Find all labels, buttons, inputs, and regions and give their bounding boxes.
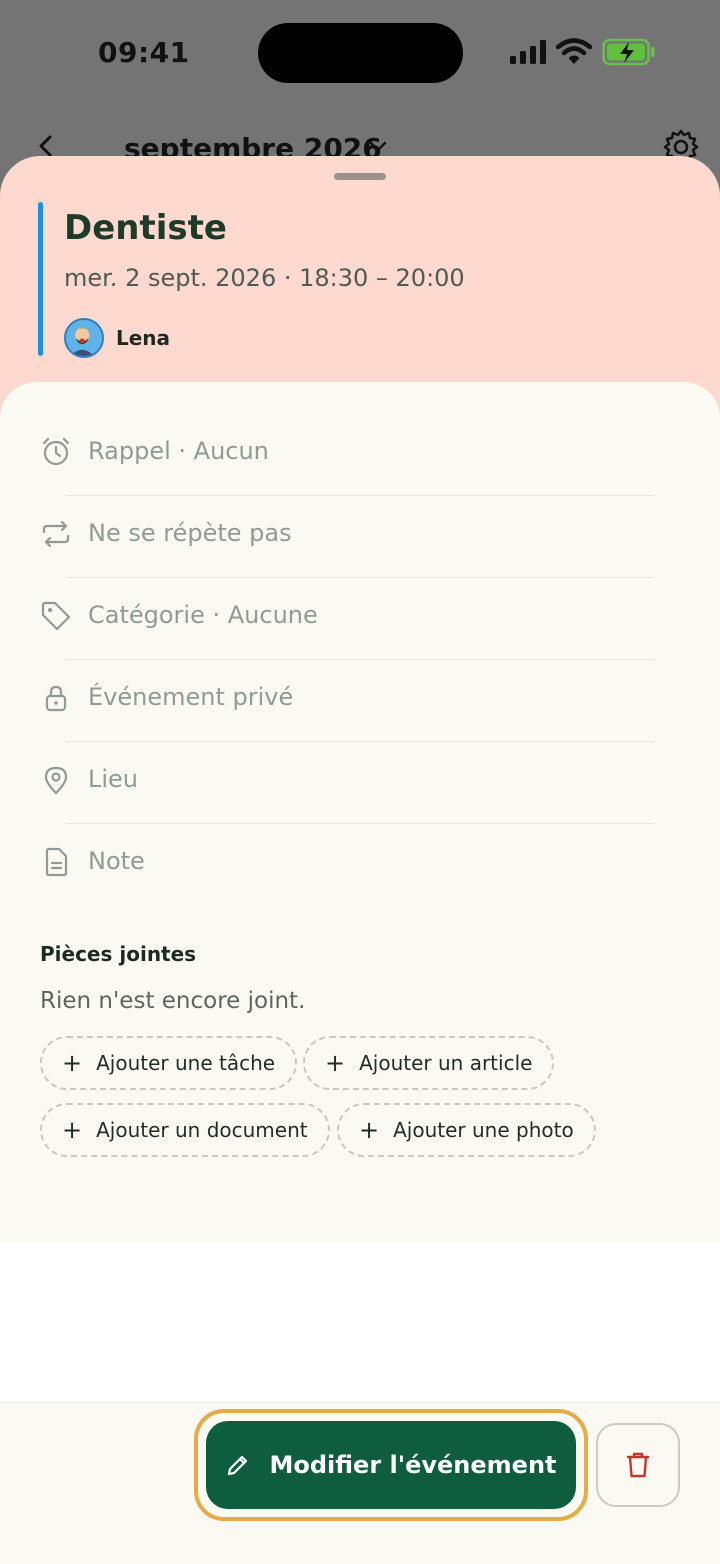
add-article-button[interactable]: + Ajouter un article bbox=[303, 1036, 555, 1090]
status-time: 09:41 bbox=[98, 36, 190, 69]
trash-icon bbox=[626, 1452, 650, 1478]
delete-event-button[interactable] bbox=[596, 1423, 680, 1507]
sheet-grabber[interactable] bbox=[334, 173, 386, 180]
event-details-panel: Rappel · Aucun Ne se répète pas Catégori… bbox=[0, 382, 720, 1242]
event-datetime: mer. 2 sept. 2026 · 18:30 – 20:00 bbox=[64, 264, 465, 292]
event-title: Dentiste bbox=[64, 208, 227, 248]
event-color-bar bbox=[38, 202, 43, 356]
location-pin-icon bbox=[44, 766, 68, 795]
detail-row-private[interactable]: Événement privé bbox=[40, 660, 654, 742]
plus-icon: + bbox=[325, 1049, 346, 1077]
tag-icon bbox=[41, 601, 71, 631]
detail-row-note[interactable]: Note bbox=[40, 824, 654, 906]
repeat-icon bbox=[42, 520, 70, 548]
edit-event-button[interactable]: Modifier l'événement bbox=[206, 1421, 576, 1509]
note-icon bbox=[45, 847, 68, 877]
detail-row-category[interactable]: Catégorie · Aucune bbox=[40, 578, 654, 660]
plus-icon: + bbox=[62, 1116, 83, 1144]
detail-label: Note bbox=[88, 847, 145, 875]
attachments-empty-text: Rien n'est encore joint. bbox=[40, 988, 306, 1014]
detail-label: Événement privé bbox=[88, 683, 294, 711]
blank-area bbox=[0, 1242, 720, 1402]
chip-label: Ajouter une photo bbox=[393, 1118, 574, 1142]
add-task-button[interactable]: + Ajouter une tâche bbox=[40, 1036, 298, 1090]
detail-label: Catégorie · Aucune bbox=[88, 601, 318, 629]
detail-label: Rappel · Aucun bbox=[88, 437, 269, 465]
cellular-signal-icon bbox=[510, 40, 546, 64]
detail-row-repeat[interactable]: Ne se répète pas bbox=[40, 496, 654, 578]
add-photo-button[interactable]: + Ajouter une photo bbox=[337, 1103, 596, 1157]
battery-charging-icon bbox=[602, 38, 655, 66]
detail-row-location[interactable]: Lieu bbox=[40, 742, 654, 824]
detail-row-reminder[interactable]: Rappel · Aucun bbox=[40, 414, 654, 496]
plus-icon: + bbox=[62, 1049, 83, 1077]
pencil-icon bbox=[228, 1455, 248, 1476]
alarm-clock-icon bbox=[42, 437, 70, 466]
chip-label: Ajouter un document bbox=[96, 1118, 308, 1142]
attachments-title: Pièces jointes bbox=[40, 942, 197, 966]
detail-label: Lieu bbox=[88, 765, 139, 793]
status-bar: 09:41 bbox=[0, 0, 720, 110]
wifi-icon bbox=[556, 38, 592, 64]
avatar bbox=[64, 318, 104, 358]
event-owner-name: Lena bbox=[116, 326, 171, 350]
chevron-left-icon[interactable] bbox=[34, 134, 58, 158]
chevron-down-icon[interactable] bbox=[368, 140, 388, 154]
chip-label: Ajouter une tâche bbox=[96, 1051, 276, 1075]
event-detail-sheet: Dentiste mer. 2 sept. 2026 · 18:30 – 20:… bbox=[0, 156, 720, 1564]
lock-icon bbox=[45, 685, 67, 712]
add-document-button[interactable]: + Ajouter un document bbox=[40, 1103, 330, 1157]
plus-icon: + bbox=[359, 1116, 380, 1144]
dynamic-island bbox=[258, 23, 463, 83]
detail-label: Ne se répète pas bbox=[88, 519, 292, 547]
chip-label: Ajouter un article bbox=[359, 1051, 533, 1075]
edit-event-label: Modifier l'événement bbox=[269, 1451, 557, 1479]
action-footer: Modifier l'événement bbox=[0, 1402, 720, 1564]
avatar-face-icon bbox=[66, 320, 99, 356]
